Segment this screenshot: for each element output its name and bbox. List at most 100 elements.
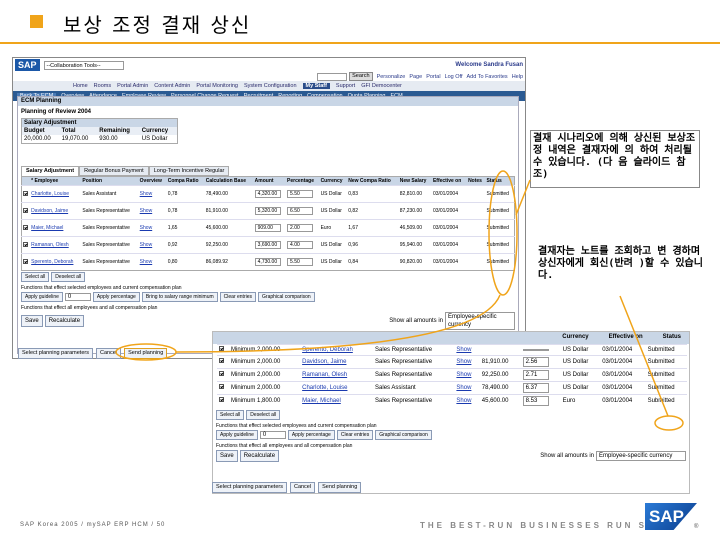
tab-lti[interactable]: Long-Term Incentive Regular <box>148 166 230 176</box>
tab-regular-bonus[interactable]: Regular Bonus Payment <box>79 166 149 176</box>
approver-apply-percentage-button[interactable]: Apply percentage <box>287 430 335 440</box>
search-input[interactable] <box>317 72 348 81</box>
cell-pct[interactable]: 6.50 <box>287 207 314 215</box>
cell-overview[interactable]: Show <box>456 347 471 353</box>
select-all-button[interactable]: Select all <box>21 272 50 282</box>
cell-overview[interactable]: Show <box>140 225 153 231</box>
save-button[interactable]: Save <box>21 315 43 327</box>
cell-pct[interactable]: 2.71 <box>522 370 549 380</box>
link-logoff[interactable]: Log Off <box>445 74 463 80</box>
role-combo[interactable]: --Collaboration Tools-- <box>43 60 124 70</box>
row-checkbox[interactable] <box>23 258 28 264</box>
cell-employee[interactable]: Ramanan, Olesh <box>302 372 347 378</box>
recalculate-button[interactable]: Recalculate <box>44 315 85 327</box>
link-help[interactable]: Help <box>512 74 523 80</box>
cell-amount[interactable]: 4,320.00 <box>254 190 281 198</box>
cell-employee[interactable]: Ramanan, Olesh <box>31 242 69 248</box>
cell-employee[interactable]: Sperento, Deborah <box>31 259 73 265</box>
approver-select-all-button[interactable]: Select all <box>216 410 245 420</box>
link-favorites[interactable]: Add To Favorites <box>467 74 508 80</box>
select-parameters-button[interactable]: Select planning parameters <box>18 348 93 359</box>
percentage-input[interactable]: 0 <box>64 293 91 301</box>
approver-action-bar: Select planning parameters Cancel Send p… <box>212 482 362 493</box>
row-checkbox[interactable] <box>219 384 224 389</box>
clear-entries-button[interactable]: Clear entries <box>219 292 257 302</box>
tab-rooms[interactable]: Rooms <box>94 83 111 89</box>
approver-deselect-all-button[interactable]: Deselect all <box>246 410 281 420</box>
approver-send-planning-button[interactable]: Send planning <box>318 482 362 493</box>
cell-amount[interactable]: 4,730.00 <box>254 258 281 266</box>
cell-pct[interactable]: 8.53 <box>522 396 549 406</box>
cell-employee[interactable]: Sperento, Deborah <box>302 347 353 353</box>
row-checkbox[interactable] <box>23 224 28 230</box>
deselect-all-button[interactable]: Deselect all <box>51 272 86 282</box>
send-planning-button[interactable]: Send planning <box>124 348 168 359</box>
approver-cancel-button[interactable]: Cancel <box>289 482 316 493</box>
cell-pct[interactable]: 6.37 <box>522 383 549 393</box>
tab-support[interactable]: Support <box>336 83 355 89</box>
cancel-button[interactable]: Cancel <box>95 348 122 359</box>
apply-guideline-button[interactable]: Apply guideline <box>21 292 63 302</box>
tab-portal-admin[interactable]: Portal Admin <box>117 83 148 89</box>
cell-pct[interactable]: 5.50 <box>287 258 314 266</box>
row-checkbox[interactable] <box>219 397 224 402</box>
cell-status: Submitted <box>647 359 675 365</box>
cell-employee[interactable]: Davidson, Jaime <box>31 208 68 214</box>
grid-cell: 0,80 <box>166 253 205 271</box>
cell-overview[interactable]: Show <box>456 359 471 365</box>
bring-to-minimum-button[interactable]: Bring to salary range minimum <box>141 292 218 302</box>
grid-cell: Minimum 2,000.00 <box>228 381 301 395</box>
cell-overview[interactable]: Show <box>140 259 153 265</box>
row-checkbox-cell <box>21 253 31 271</box>
cell-employee[interactable]: Maier, Michael <box>302 398 341 404</box>
approver-graphical-comparison-button[interactable]: Graphical comparison <box>375 430 432 440</box>
cell-amount[interactable]: 909.00 <box>254 224 281 232</box>
cell-employee[interactable]: Maier, Michael <box>31 225 63 231</box>
row-checkbox[interactable] <box>23 241 28 247</box>
search-button[interactable]: Search <box>349 72 373 81</box>
link-personalize[interactable]: Personalize <box>377 74 406 80</box>
row-checkbox[interactable] <box>23 207 28 213</box>
approver-recalculate-button[interactable]: Recalculate <box>239 450 280 462</box>
cell-overview[interactable]: Show <box>140 208 153 214</box>
tab-portal-monitoring[interactable]: Portal Monitoring <box>196 83 238 89</box>
cell-amount[interactable]: 3,690.00 <box>254 241 281 249</box>
cell-overview[interactable]: Show <box>456 398 471 404</box>
cell-employee[interactable]: Davidson, Jaime <box>302 359 346 365</box>
cell-pct[interactable]: 2.00 <box>287 224 314 232</box>
link-portal[interactable]: Portal <box>426 74 440 80</box>
apply-percentage-button[interactable]: Apply percentage <box>92 292 140 302</box>
cell-amount[interactable]: 5,320.00 <box>254 207 281 215</box>
approver-col-effective: Effective on <box>608 334 643 340</box>
cell-overview[interactable]: Show <box>140 242 153 248</box>
cell-overview[interactable]: Show <box>456 385 471 391</box>
row-checkbox[interactable] <box>219 358 224 363</box>
cell-employee[interactable]: Charlotte, Louise <box>302 385 347 391</box>
graphical-comparison-button[interactable]: Graphical comparison <box>258 292 315 302</box>
tab-salary-adjustment[interactable]: Salary Adjustment <box>21 166 80 176</box>
row-checkbox[interactable] <box>23 190 28 196</box>
approver-percentage-input[interactable]: 0 <box>259 431 286 439</box>
tab-content-admin[interactable]: Content Admin <box>154 83 190 89</box>
cell-pct[interactable]: 4.00 <box>287 241 314 249</box>
approver-clear-entries-button[interactable]: Clear entries <box>336 430 374 440</box>
tab-gfi[interactable]: GFI Democenter <box>361 83 402 89</box>
tab-my-staff[interactable]: My Staff <box>302 83 330 89</box>
cell-overview[interactable]: Show <box>140 191 153 197</box>
tab-system-config[interactable]: System Configuration <box>244 83 297 89</box>
approver-currency-dropdown[interactable]: Employee-specific currency <box>596 451 686 461</box>
cell-pct[interactable] <box>522 349 549 351</box>
tab-home[interactable]: Home <box>73 83 88 89</box>
cell-employee[interactable]: Charlotte, Louise <box>31 191 69 197</box>
link-page[interactable]: Page <box>409 74 422 80</box>
approver-select-parameters-button[interactable]: Select planning parameters <box>212 482 287 493</box>
cell-overview[interactable]: Show <box>456 372 471 378</box>
approver-apply-guideline-button[interactable]: Apply guideline <box>216 430 258 440</box>
approver-save-button[interactable]: Save <box>216 450 238 462</box>
currency-dropdown[interactable]: Employee-specific currency <box>445 312 515 330</box>
row-checkbox[interactable] <box>219 371 224 376</box>
row-checkbox[interactable] <box>219 346 224 351</box>
cell-pct[interactable]: 2.56 <box>522 357 549 367</box>
grid-cell: 87,230.00 <box>398 202 432 220</box>
cell-pct[interactable]: 5.50 <box>287 190 314 198</box>
